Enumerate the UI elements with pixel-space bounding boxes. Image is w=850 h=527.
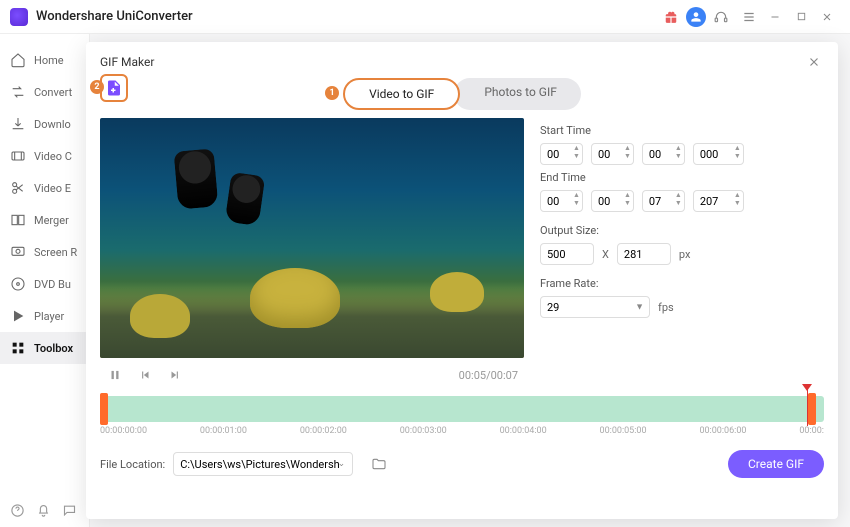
video-preview[interactable] <box>100 118 524 358</box>
maximize-button[interactable] <box>788 4 814 30</box>
gift-icon[interactable] <box>658 4 684 30</box>
output-height-input[interactable] <box>617 243 671 265</box>
end-ms-stepper[interactable]: ▲▼ <box>693 190 744 212</box>
modal-title: GIF Maker <box>100 55 154 69</box>
sidebar-item-player[interactable]: Player <box>0 300 89 332</box>
sidebar-item-label: Video C <box>34 150 72 163</box>
titlebar: Wondershare UniConverter <box>0 0 850 34</box>
sidebar-item-label: Merger <box>34 214 69 227</box>
open-folder-button[interactable] <box>367 452 391 476</box>
close-button[interactable] <box>814 4 840 30</box>
controls-panel: Start Time ▲▼ ▲▼ ▲▼ ▲▼ End Time ▲▼ ▲▼ ▲▼… <box>540 118 824 388</box>
x-label: X <box>602 248 609 261</box>
start-min-stepper[interactable]: ▲▼ <box>591 143 634 165</box>
playhead-icon[interactable] <box>807 388 808 426</box>
output-width-input[interactable] <box>540 243 594 265</box>
app-title: Wondershare UniConverter <box>36 9 193 24</box>
sidebar-item-label: DVD Bu <box>34 278 71 291</box>
callout-2: 2 <box>90 80 104 94</box>
feedback-icon[interactable] <box>58 499 80 521</box>
minimize-button[interactable] <box>762 4 788 30</box>
end-time-label: End Time <box>540 171 824 184</box>
sidebar-item-label: Convert <box>34 86 72 99</box>
start-sec-stepper[interactable]: ▲▼ <box>642 143 685 165</box>
sidebar-item-label: Home <box>34 54 64 67</box>
sidebar-item-label: Video E <box>34 182 71 195</box>
timeline-track[interactable] <box>100 396 824 422</box>
tab-video-to-gif[interactable]: Video to GIF <box>343 78 460 110</box>
sidebar-item-videocompress[interactable]: Video C <box>0 140 89 172</box>
sidebar: Home Convert Downlo Video C Video E Merg… <box>0 34 90 527</box>
tab-photos-to-gif[interactable]: Photos to GIF <box>454 78 581 110</box>
add-file-button[interactable] <box>100 74 128 102</box>
sidebar-item-toolbox[interactable]: Toolbox <box>0 332 89 364</box>
sidebar-item-label: Screen R <box>34 246 77 259</box>
sidebar-item-label: Player <box>34 310 64 323</box>
user-icon[interactable] <box>686 7 706 27</box>
sidebar-item-merger[interactable]: Merger <box>0 204 89 236</box>
create-gif-button[interactable]: Create GIF <box>728 450 824 478</box>
sidebar-item-download[interactable]: Downlo <box>0 108 89 140</box>
start-time-label: Start Time <box>540 124 824 137</box>
start-ms-stepper[interactable]: ▲▼ <box>693 143 744 165</box>
frame-rate-select[interactable] <box>540 296 650 318</box>
end-min-stepper[interactable]: ▲▼ <box>591 190 634 212</box>
px-unit: px <box>679 248 691 261</box>
file-location-label: File Location: <box>100 458 165 471</box>
timeline: 00:00:00:00 00:00:01:00 00:00:02:00 00:0… <box>100 392 824 436</box>
menu-icon[interactable] <box>736 4 762 30</box>
frame-rate-label: Frame Rate: <box>540 277 824 290</box>
callout-1: 1 <box>325 86 339 100</box>
trim-handle-left[interactable] <box>100 393 108 425</box>
sidebar-item-label: Toolbox <box>34 342 73 355</box>
close-icon[interactable] <box>804 52 824 72</box>
video-area: 00:05/00:07 <box>100 118 524 388</box>
file-location-input[interactable] <box>173 452 353 476</box>
help-icon[interactable] <box>6 499 28 521</box>
pause-button[interactable] <box>106 366 124 384</box>
player-time: 00:05/00:07 <box>459 369 518 382</box>
trim-handle-right[interactable] <box>808 393 816 425</box>
sidebar-item-convert[interactable]: Convert <box>0 76 89 108</box>
start-hour-stepper[interactable]: ▲▼ <box>540 143 583 165</box>
headset-icon[interactable] <box>708 4 734 30</box>
gif-maker-modal: GIF Maker 2 1 Video to GIF Photos to GIF <box>86 42 838 519</box>
sidebar-item-screenrec[interactable]: Screen R <box>0 236 89 268</box>
bell-icon[interactable] <box>32 499 54 521</box>
prev-frame-button[interactable] <box>136 366 154 384</box>
end-sec-stepper[interactable]: ▲▼ <box>642 190 685 212</box>
fps-unit: fps <box>658 301 674 314</box>
app-logo-icon <box>10 8 28 26</box>
end-hour-stepper[interactable]: ▲▼ <box>540 190 583 212</box>
output-size-label: Output Size: <box>540 224 824 237</box>
sidebar-item-home[interactable]: Home <box>0 44 89 76</box>
sidebar-item-label: Downlo <box>34 118 71 131</box>
sidebar-item-dvd[interactable]: DVD Bu <box>0 268 89 300</box>
timeline-ticks: 00:00:00:00 00:00:01:00 00:00:02:00 00:0… <box>100 426 824 436</box>
sidebar-item-videoeditor[interactable]: Video E <box>0 172 89 204</box>
next-frame-button[interactable] <box>166 366 184 384</box>
